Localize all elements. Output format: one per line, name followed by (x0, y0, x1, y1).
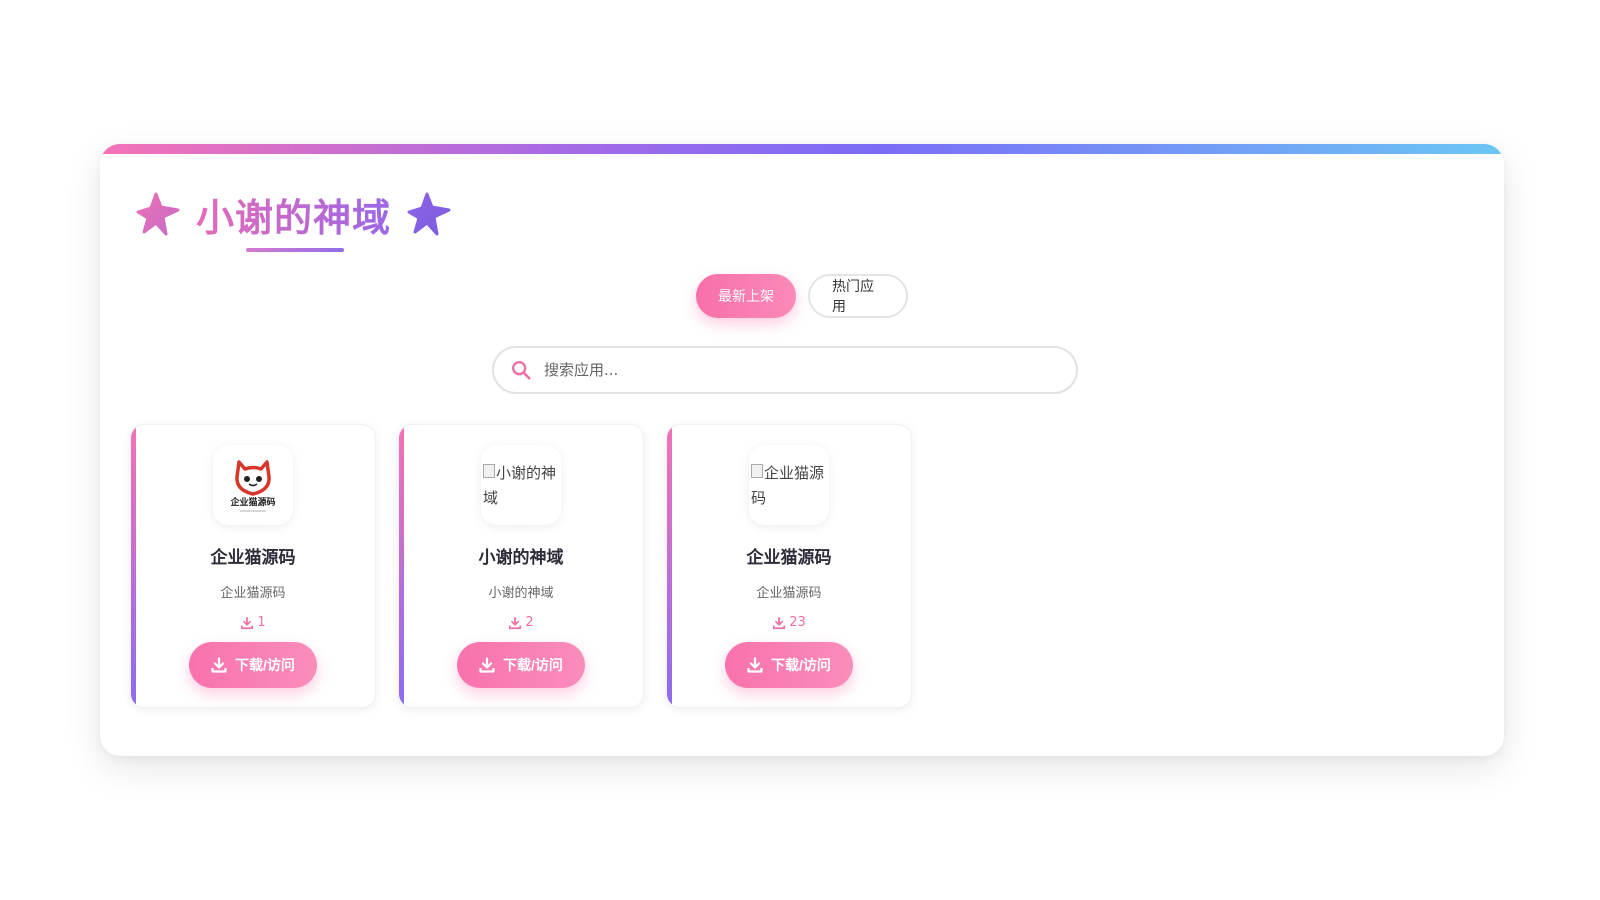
download-icon (747, 657, 763, 673)
app-card: 企业猫源码 企业猫源码 企业猫源码 23 下载/访问 (666, 424, 912, 708)
tab-latest[interactable]: 最新上架 (696, 274, 796, 318)
app-icon: 小谢的神域 (481, 445, 561, 525)
app-description: 小谢的神域 (488, 586, 554, 601)
download-button-label: 下载/访问 (503, 657, 563, 673)
broken-image-icon (751, 464, 763, 478)
search-input[interactable] (544, 361, 1024, 379)
app-icon: 企业猫源码 (749, 445, 829, 525)
svg-text:企业猫源码: 企业猫源码 (229, 496, 275, 508)
card-accent-bar (399, 425, 404, 707)
title-underline (246, 248, 344, 252)
app-grid: 企业猫源码 企业猫源码 企业猫源码 1 下载/访问 小谢的神域 小谢的神域 小谢… (130, 424, 912, 708)
tab-popular[interactable]: 热门应用 (808, 274, 908, 318)
download-button-label: 下载/访问 (235, 657, 295, 673)
download-icon (241, 616, 254, 629)
card-accent-bar (131, 425, 136, 707)
download-icon (211, 657, 227, 673)
download-count-value: 1 (257, 615, 266, 630)
gradient-top-bar (100, 144, 1504, 154)
page-title: 小谢的神域 (196, 187, 391, 242)
broken-image-icon (483, 464, 495, 478)
cat-logo-icon: 企业猫源码 (229, 460, 276, 512)
app-name: 企业猫源码 (210, 548, 296, 568)
download-count: 2 (508, 615, 534, 630)
search-icon (512, 361, 531, 380)
card-accent-bar (667, 425, 672, 707)
app-description: 企业猫源码 (756, 586, 822, 601)
header: 小谢的神域 (134, 186, 453, 242)
download-icon (773, 616, 786, 629)
download-count: 23 (772, 615, 806, 630)
sparkle-icon (136, 192, 180, 236)
broken-image-alt: 小谢的神域 (483, 464, 557, 507)
app-name: 小谢的神域 (478, 548, 564, 568)
main-panel: 小谢的神域 最新上架 热门应用 搜索应用... 企业猫源码 企业猫源码 企业猫源… (100, 144, 1504, 756)
app-icon: 企业猫源码 (213, 445, 293, 525)
download-icon (479, 657, 495, 673)
app-card: 企业猫源码 企业猫源码 企业猫源码 1 下载/访问 (130, 424, 376, 708)
sparkle-icon (407, 192, 451, 236)
download-button[interactable]: 下载/访问 (725, 642, 853, 688)
download-count: 1 (240, 615, 266, 630)
app-description: 企业猫源码 (220, 586, 286, 601)
download-button[interactable]: 下载/访问 (457, 642, 585, 688)
app-name: 企业猫源码 (746, 548, 832, 568)
download-icon (509, 616, 522, 629)
download-button-label: 下载/访问 (771, 657, 831, 673)
search-bar (492, 346, 1078, 394)
download-count-value: 2 (525, 615, 534, 630)
download-button[interactable]: 下载/访问 (189, 642, 317, 688)
download-count-value: 23 (789, 615, 806, 630)
tab-bar: 最新上架 热门应用 (100, 274, 1504, 318)
app-card: 小谢的神域 小谢的神域 小谢的神域 2 下载/访问 (398, 424, 644, 708)
broken-image-alt: 企业猫源码 (751, 464, 825, 507)
